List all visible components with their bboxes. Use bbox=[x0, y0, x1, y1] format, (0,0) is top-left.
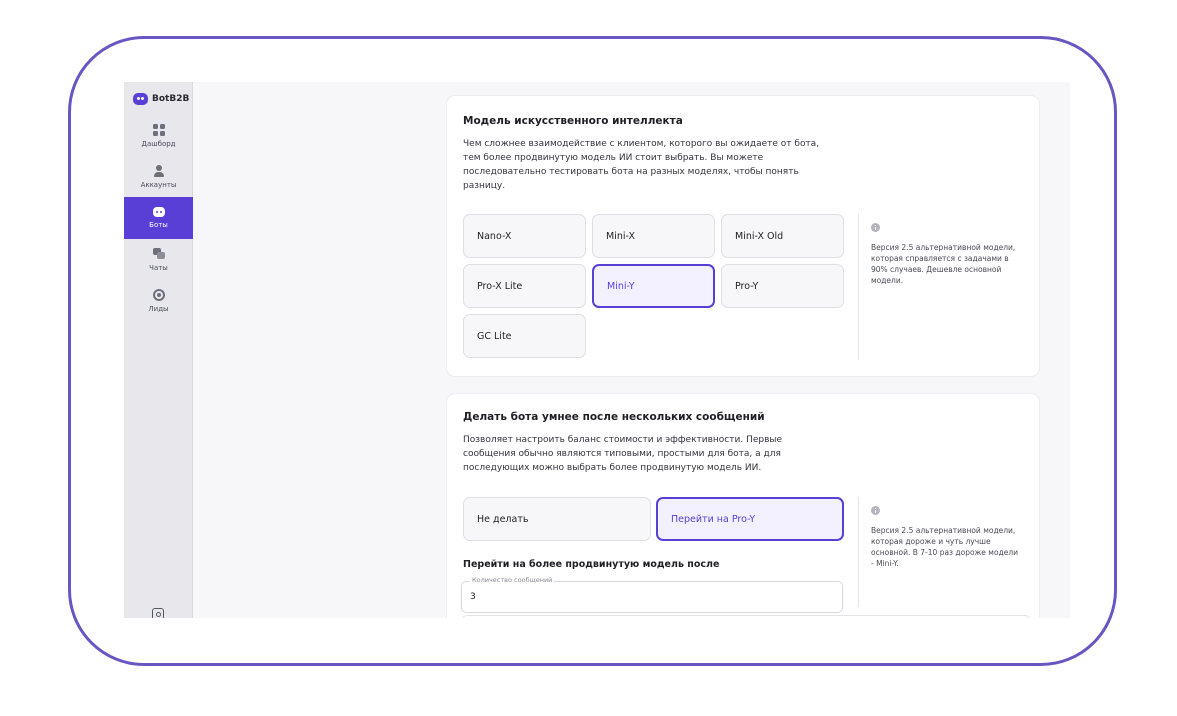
wallet-icon[interactable] bbox=[152, 608, 164, 618]
sidebar-item-label: Аккаунты bbox=[140, 181, 177, 189]
message-count-input[interactable] bbox=[470, 592, 830, 602]
next-field bbox=[461, 615, 1031, 618]
section-description: Позволяет настроить баланс стоимости и э… bbox=[463, 435, 783, 473]
model-option-mini-y[interactable]: Mini-Y bbox=[592, 264, 715, 308]
sidebar-item-label: Боты bbox=[149, 221, 168, 229]
section-title: Модель искусственного интеллекта bbox=[463, 115, 683, 127]
bot-logo-icon bbox=[133, 92, 148, 105]
divider bbox=[858, 497, 859, 607]
message-count-label: Количество сообщений bbox=[470, 576, 555, 584]
dashboard-icon bbox=[152, 124, 165, 136]
model-option-pro-y[interactable]: Pro-Y bbox=[721, 264, 844, 308]
sidebar-item-label: Чаты bbox=[149, 264, 168, 272]
sidebar-item-chats[interactable]: Чаты bbox=[124, 239, 193, 281]
section-description: Чем сложнее взаимодействие с клиентом, к… bbox=[463, 139, 820, 191]
target-icon bbox=[152, 289, 165, 301]
info-icon bbox=[871, 223, 880, 232]
model-option-gc-lite[interactable]: GC Lite bbox=[463, 314, 586, 358]
sidebar-item-dashboard[interactable]: Дашборд bbox=[124, 115, 193, 157]
app-viewport: BotB2B Дашборд Аккаунты Боты Чаты Лиды М… bbox=[124, 82, 1070, 618]
model-option-nano-x[interactable]: Nano-X bbox=[463, 214, 586, 258]
model-option-mini-x-old[interactable]: Mini-X Old bbox=[721, 214, 844, 258]
model-option-mini-x[interactable]: Mini-X bbox=[592, 214, 715, 258]
brand[interactable]: BotB2B bbox=[124, 82, 192, 108]
sidebar: BotB2B Дашборд Аккаунты Боты Чаты Лиды bbox=[124, 82, 193, 618]
sidebar-item-accounts[interactable]: Аккаунты bbox=[124, 156, 193, 198]
sidebar-item-label: Дашборд bbox=[141, 140, 176, 148]
brand-name: BotB2B bbox=[152, 93, 190, 104]
ai-model-card: Модель искусственного интеллекта Чем сло… bbox=[446, 95, 1040, 377]
upgrade-info: Версия 2.5 альтернативной модели, котора… bbox=[871, 506, 1021, 569]
sidebar-item-leads[interactable]: Лиды bbox=[124, 280, 193, 322]
info-icon bbox=[871, 506, 880, 515]
model-option-pro-x-lite[interactable]: Pro-X Lite bbox=[463, 264, 586, 308]
message-count-field[interactable]: Количество сообщений bbox=[461, 576, 843, 613]
upgrade-card: Делать бота умнее после нескольких сообщ… bbox=[446, 393, 1040, 618]
chat-icon bbox=[152, 248, 165, 260]
bot-icon bbox=[152, 207, 165, 217]
upgrade-option-none[interactable]: Не делать bbox=[463, 497, 651, 541]
sidebar-item-label: Лиды bbox=[148, 305, 169, 313]
divider bbox=[858, 214, 859, 360]
info-text: Версия 2.5 альтернативной модели, котора… bbox=[871, 526, 1019, 568]
section-title: Делать бота умнее после нескольких сообщ… bbox=[463, 411, 765, 423]
sidebar-item-bots[interactable]: Боты bbox=[124, 197, 193, 239]
user-icon bbox=[153, 165, 165, 177]
switch-title: Перейти на более продвинутую модель посл… bbox=[463, 559, 720, 570]
info-text: Версия 2.5 альтернативной модели, котора… bbox=[871, 243, 1016, 285]
upgrade-option-pro-y[interactable]: Перейти на Pro-Y bbox=[656, 497, 844, 541]
model-info: Версия 2.5 альтернативной модели, котора… bbox=[871, 223, 1021, 286]
